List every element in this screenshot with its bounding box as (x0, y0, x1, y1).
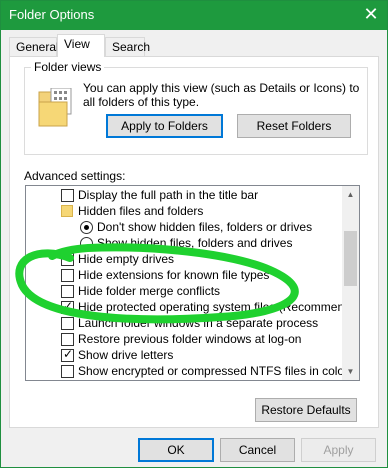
advanced-settings-list[interactable]: Display the full path in the title bar H… (25, 185, 360, 381)
vertical-scrollbar[interactable]: ▲ ▼ (342, 186, 359, 380)
tab-general[interactable]: General (9, 37, 59, 56)
list-item[interactable]: Hide folder merge conflicts (26, 283, 342, 299)
advanced-settings-label: Advanced settings: (24, 169, 126, 183)
scroll-down-arrow-icon[interactable]: ▼ (342, 363, 359, 380)
ok-button[interactable]: OK (138, 438, 214, 462)
folder-options-window: Folder Options ✕ General View Search Fol… (0, 0, 388, 468)
list-item-label: Show encrypted or compressed NTFS files … (78, 364, 355, 378)
apply-button[interactable]: Apply (301, 438, 376, 462)
list-item[interactable]: ✓ Show drive letters (26, 347, 342, 363)
radio-button[interactable] (80, 237, 93, 250)
checkbox[interactable] (61, 269, 74, 282)
list-item[interactable]: Display the full path in the title bar (26, 187, 342, 203)
list-item-label: Hide protected operating system files (R… (78, 300, 360, 314)
checkbox[interactable]: ✓ (61, 347, 74, 362)
window-title: Folder Options (9, 7, 95, 22)
tab-general-label: General (16, 40, 59, 54)
checkbox[interactable] (61, 317, 74, 330)
list-item[interactable]: ✓ Hide protected operating system files … (26, 299, 359, 315)
scroll-up-arrow-icon[interactable]: ▲ (342, 186, 359, 203)
tab-view[interactable]: View (57, 34, 105, 57)
list-item[interactable]: Show hidden files, folders and drives (26, 235, 342, 251)
checkbox[interactable] (61, 253, 74, 266)
folder-icon (61, 205, 73, 217)
reset-folders-button[interactable]: Reset Folders (237, 114, 351, 138)
list-item[interactable]: Launch folder windows in a separate proc… (26, 315, 342, 331)
list-item-label: Restore previous folder windows at log-o… (78, 332, 302, 346)
folder-views-icon (38, 88, 72, 127)
apply-to-folders-button[interactable]: Apply to Folders (106, 114, 223, 138)
title-bar[interactable]: Folder Options ✕ (1, 1, 387, 30)
list-item[interactable]: Hide extensions for known file types (26, 267, 342, 283)
folder-views-description: You can apply this view (such as Details… (83, 81, 360, 109)
folder-views-legend: Folder views (31, 60, 105, 74)
list-item[interactable]: Restore previous folder windows at log-o… (26, 331, 342, 347)
tab-view-label: View (64, 37, 90, 51)
list-item[interactable]: Hidden files and folders (26, 203, 342, 219)
list-item-label: Display the full path in the title bar (78, 188, 259, 202)
checkbox[interactable] (61, 285, 74, 298)
close-icon[interactable]: ✕ (355, 1, 387, 30)
list-item-label: Hide extensions for known file types (78, 268, 270, 282)
list-item-label: Hide empty drives (78, 252, 175, 266)
list-item[interactable]: Hide empty drives (26, 251, 342, 267)
view-tab-panel: Folder views You can apply this view (su… (9, 56, 379, 428)
list-item-label: Show drive letters (78, 348, 174, 362)
tab-search[interactable]: Search (105, 37, 150, 56)
list-item-label: Hide folder merge conflicts (78, 284, 221, 298)
checkbox[interactable]: ✓ (61, 299, 74, 314)
checkbox[interactable] (61, 189, 74, 202)
list-item-label: Show hidden files, folders and drives (97, 236, 293, 250)
restore-defaults-button[interactable]: Restore Defaults (255, 398, 357, 422)
list-item-label: Hidden files and folders (78, 204, 204, 218)
folder-views-group: Folder views You can apply this view (su… (24, 60, 368, 155)
tab-search-label: Search (112, 40, 151, 54)
list-item-label: Launch folder windows in a separate proc… (78, 316, 319, 330)
scrollbar-thumb[interactable] (344, 231, 357, 286)
list-item-label: Don't show hidden files, folders or driv… (97, 220, 313, 234)
checkbox[interactable] (61, 333, 74, 346)
list-item[interactable]: Show encrypted or compressed NTFS files … (26, 363, 355, 379)
cancel-button[interactable]: Cancel (220, 438, 295, 462)
checkbox[interactable] (61, 365, 74, 378)
list-item[interactable]: Don't show hidden files, folders or driv… (26, 219, 342, 235)
radio-button[interactable] (80, 221, 93, 234)
